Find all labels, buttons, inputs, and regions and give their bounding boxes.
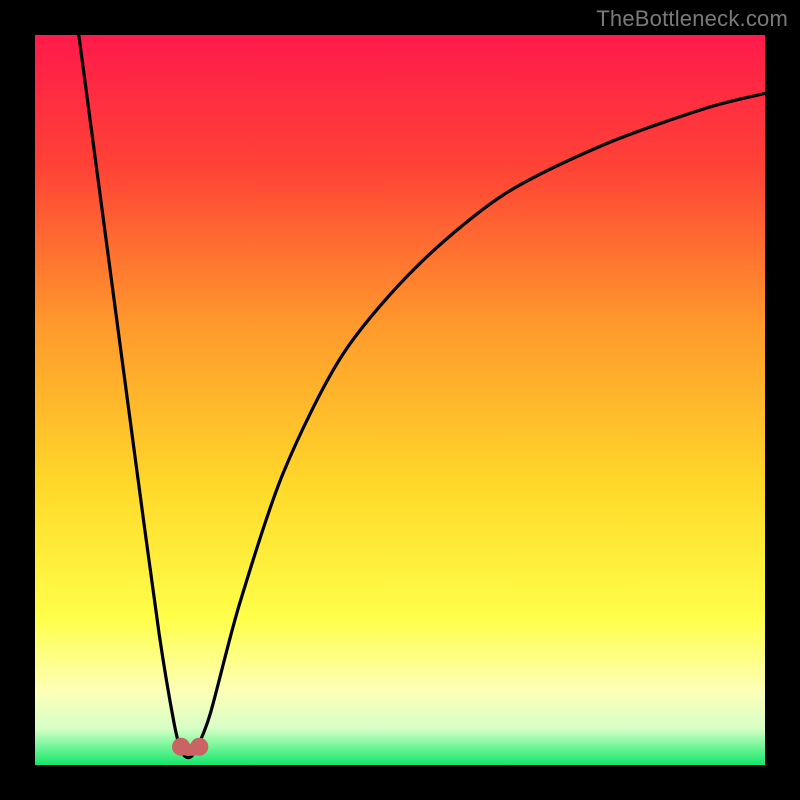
- chart-frame: [35, 35, 765, 765]
- attribution-text: TheBottleneck.com: [596, 6, 788, 32]
- curve-marker: [172, 738, 190, 756]
- curve-marker: [190, 738, 208, 756]
- bottleneck-curve: [35, 35, 765, 765]
